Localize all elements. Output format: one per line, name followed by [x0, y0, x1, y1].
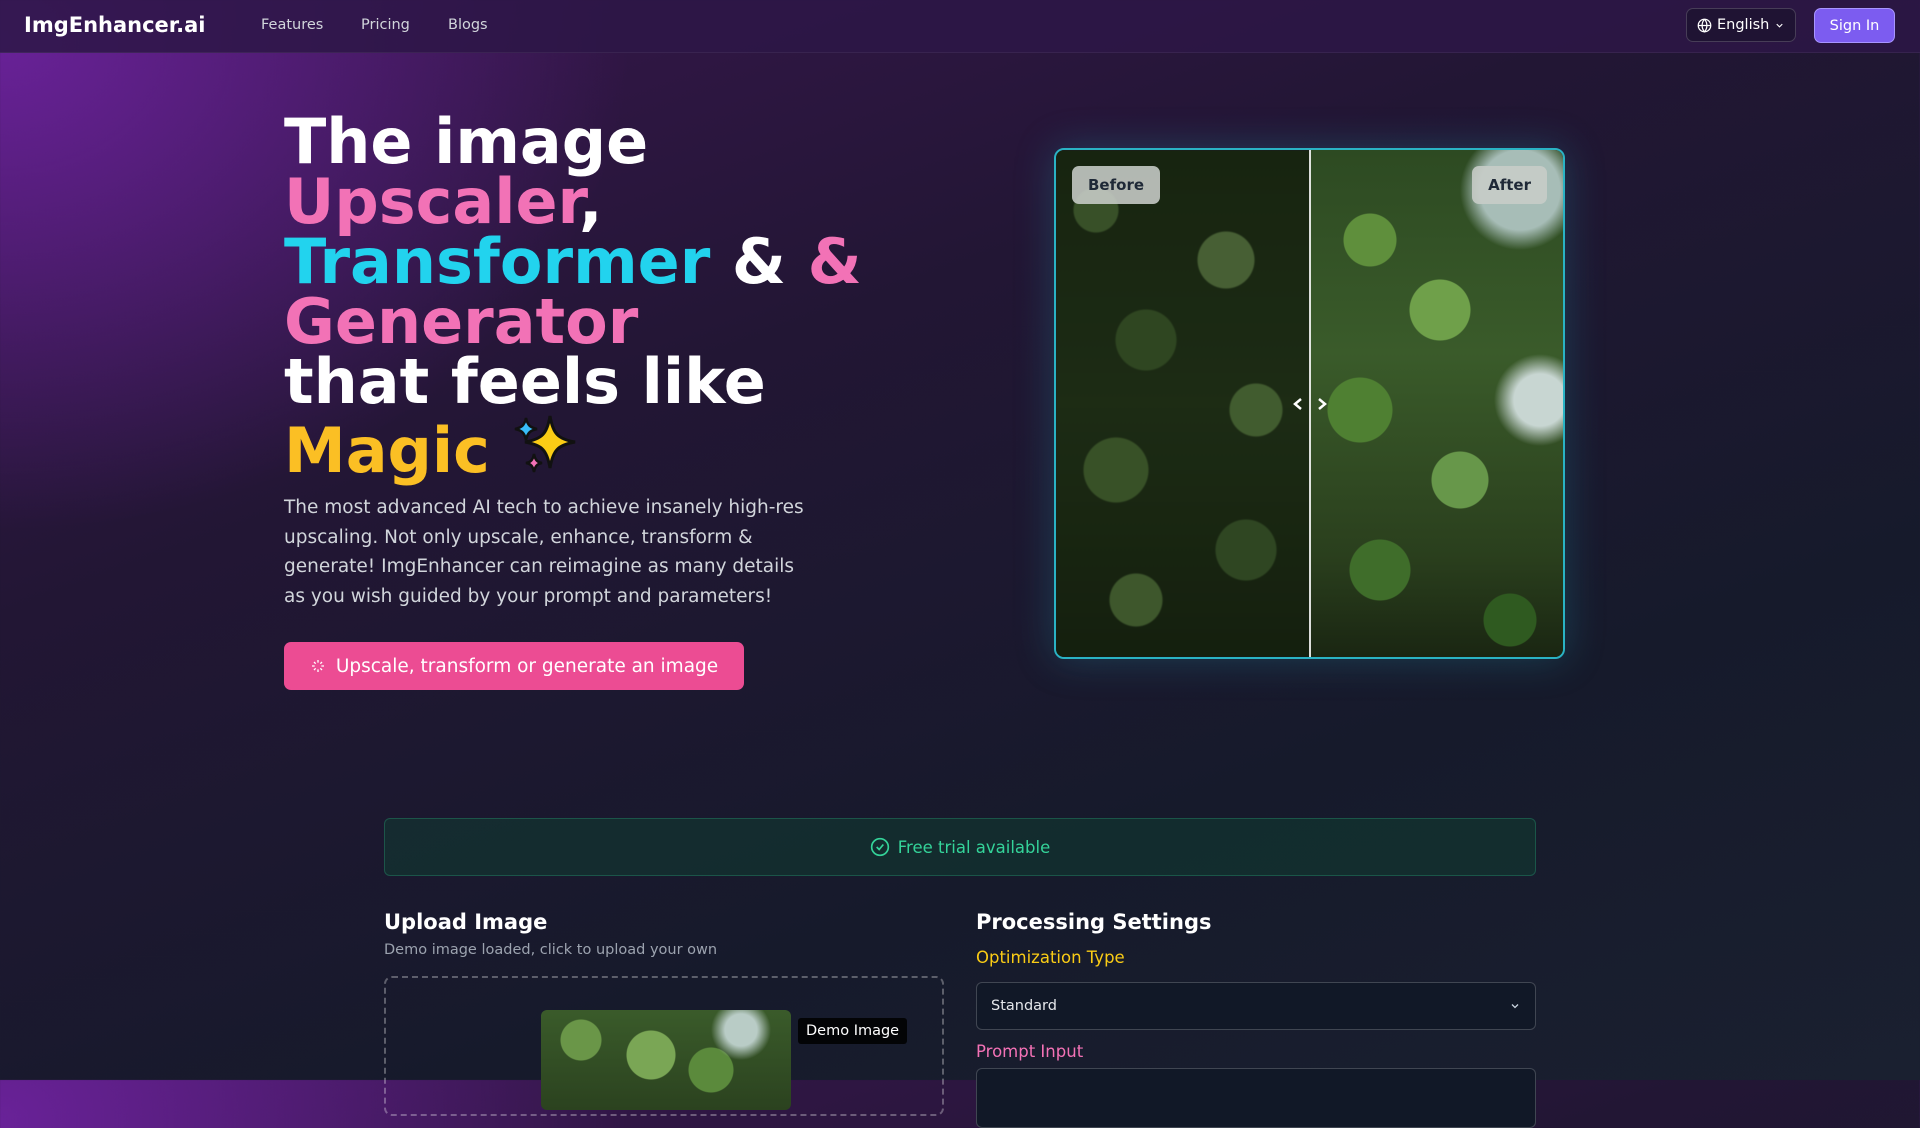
before-image: [1056, 150, 1310, 657]
upload-dropzone[interactable]: Demo Image: [384, 976, 944, 1116]
headline-generator: Generator: [284, 285, 639, 358]
language-selector[interactable]: English: [1686, 8, 1796, 42]
free-trial-banner: Free trial available: [384, 818, 1536, 876]
cta-upscale-button[interactable]: Upscale, transform or generate an image: [284, 642, 744, 690]
hero-description: The most advanced AI tech to achieve ins…: [284, 497, 804, 607]
chevron-down-icon: [1511, 1004, 1519, 1009]
demo-image-tooltip: Demo Image: [798, 1018, 908, 1044]
headline-line-5: that feels like: [284, 345, 766, 418]
sparkle-icon: [311, 660, 324, 672]
optimization-type-value: Standard: [991, 998, 1057, 1014]
upload-image-subtitle: Demo image loaded, click to upload your …: [384, 942, 718, 958]
left-right-arrows-icon[interactable]: [1292, 396, 1328, 412]
after-image: [1310, 150, 1563, 657]
language-label: English: [1717, 17, 1770, 33]
brand-logo[interactable]: ImgEnhancer.ai: [24, 13, 206, 37]
chevron-down-icon: [1776, 23, 1784, 28]
hero-headline: The image Upscaler, Transformer & & Gene…: [284, 105, 862, 487]
nav-link-pricing[interactable]: Pricing: [361, 17, 410, 33]
optimization-type-label: Optimization Type: [976, 948, 1125, 967]
headline-ampersand-white: &: [731, 225, 786, 298]
processing-settings-title: Processing Settings: [976, 910, 1212, 934]
headline-line-1: The image: [284, 105, 649, 178]
check-circle-icon: [870, 837, 889, 857]
prompt-input-label: Prompt Input: [976, 1042, 1084, 1061]
nav-link-features[interactable]: Features: [261, 17, 323, 33]
after-label: After: [1472, 166, 1547, 204]
free-trial-text: Free trial available: [897, 837, 1051, 857]
sparkles-icon: [512, 412, 578, 487]
cta-label: Upscale, transform or generate an image: [335, 655, 719, 677]
before-label: Before: [1072, 166, 1161, 204]
top-navbar: ImgEnhancer.ai Features Pricing Blogs En…: [0, 0, 1920, 53]
headline-magic: Magic: [284, 414, 490, 487]
optimization-type-select[interactable]: Standard: [976, 982, 1536, 1030]
nav-link-blogs[interactable]: Blogs: [448, 17, 488, 33]
headline-line-6: Magic: [284, 412, 862, 487]
demo-image-preview: [541, 1010, 791, 1110]
headline-ampersand-pink: &: [807, 225, 862, 298]
globe-icon: [1697, 18, 1712, 33]
headline-line-2: Upscaler,: [284, 171, 862, 233]
prompt-input-field[interactable]: [976, 1068, 1536, 1128]
sign-in-button[interactable]: Sign In: [1814, 8, 1895, 43]
upload-image-title: Upload Image: [384, 910, 548, 934]
headline-line-3: Transformer & &: [284, 231, 862, 293]
before-after-comparison[interactable]: Before After: [1054, 148, 1565, 659]
